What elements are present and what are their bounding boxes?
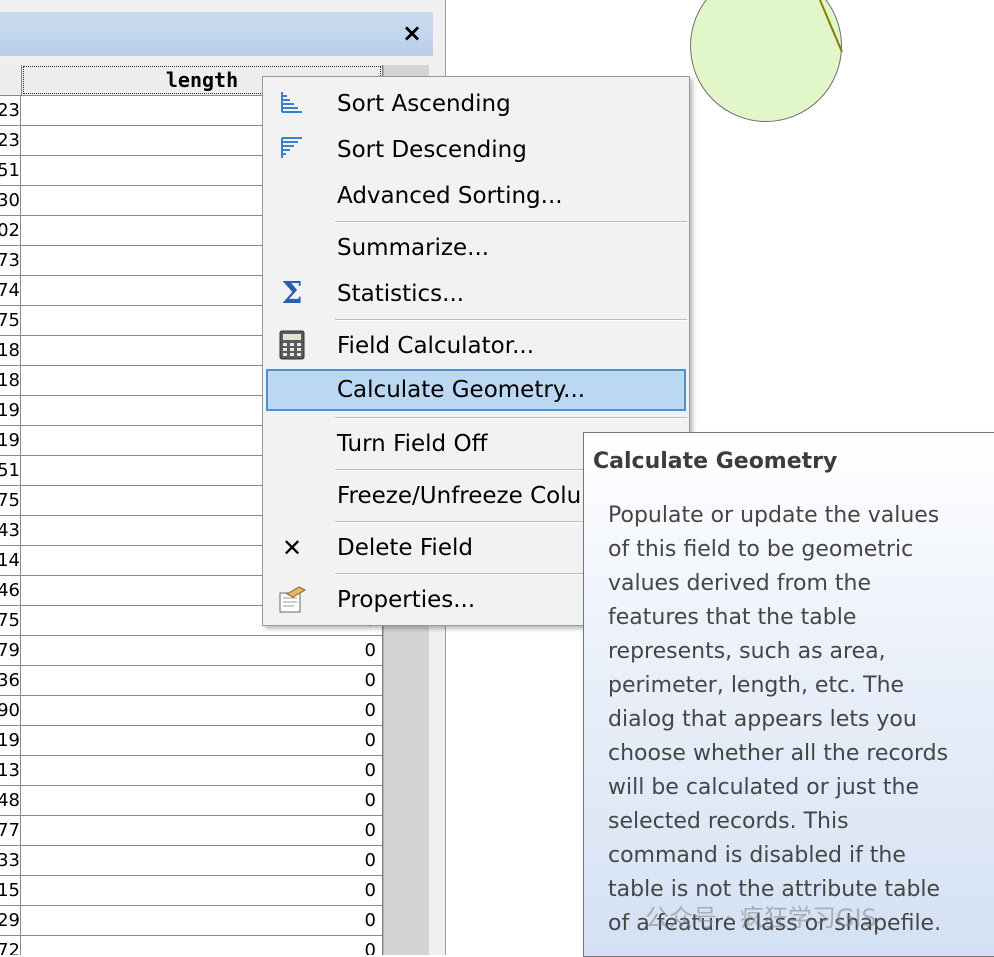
table-row[interactable]: 290 xyxy=(0,906,382,936)
row-id-cell: 79 xyxy=(0,636,21,665)
length-cell[interactable]: 0 xyxy=(21,786,382,815)
row-id-cell: 74 xyxy=(0,276,21,305)
table-row[interactable]: 480 xyxy=(0,786,382,816)
row-id-cell: 23 xyxy=(0,96,21,125)
row-id-cell: 46 xyxy=(0,576,21,605)
row-id-cell: 15 xyxy=(0,876,21,905)
tooltip-line: command is disabled if the xyxy=(608,843,906,868)
sort-ascending-icon xyxy=(276,88,308,120)
menu-item-sort-ascending[interactable]: Sort Ascending xyxy=(266,83,686,125)
menu-item-label: Sort Ascending xyxy=(337,91,511,117)
menu-item-label: Delete Field xyxy=(337,535,473,561)
row-id-cell: 77 xyxy=(0,816,21,845)
menu-item-label: Freeze/Unfreeze Colu xyxy=(337,483,582,509)
sigma-icon: Σ xyxy=(281,276,303,311)
menu-separator xyxy=(335,221,687,223)
tooltip-line: of this field to be geometric xyxy=(608,537,914,562)
table-row[interactable]: 720 xyxy=(0,936,382,955)
length-cell[interactable]: 0 xyxy=(21,696,382,725)
row-id-cell: 18 xyxy=(0,366,21,395)
tooltip-line: will be calculated or just the xyxy=(608,775,919,800)
title-bar: × xyxy=(0,12,433,56)
properties-icon xyxy=(276,584,308,616)
length-cell[interactable]: 0 xyxy=(21,846,382,875)
row-id-cell: 72 xyxy=(0,936,21,955)
tooltip-line: perimeter, length, etc. The xyxy=(608,673,905,698)
menu-item-label: Turn Field Off xyxy=(337,431,488,457)
menu-item-calculate-geometry[interactable]: Calculate Geometry... xyxy=(266,369,686,411)
table-row[interactable]: 190 xyxy=(0,726,382,756)
length-cell[interactable]: 0 xyxy=(21,816,382,845)
table-row[interactable]: 900 xyxy=(0,696,382,726)
menu-separator xyxy=(335,417,687,419)
row-id-cell: 75 xyxy=(0,606,21,635)
menu-item-label: Field Calculator... xyxy=(337,333,535,359)
tooltip-line: features that the table xyxy=(608,605,857,630)
row-id-cell: 51 xyxy=(0,456,21,485)
table-row[interactable]: 130 xyxy=(0,756,382,786)
row-id-cell: 13 xyxy=(0,756,21,785)
sort-descending-icon xyxy=(276,134,308,166)
menu-separator xyxy=(335,319,687,321)
length-cell[interactable]: 0 xyxy=(21,906,382,935)
row-id-cell: 19 xyxy=(0,426,21,455)
tooltip-line: values derived from the xyxy=(608,571,872,596)
menu-item-label: Properties... xyxy=(337,587,476,613)
row-id-cell: 75 xyxy=(0,486,21,515)
tooltip-line: represents, such as area, xyxy=(608,639,886,664)
tooltip-line: choose whether all the records xyxy=(608,741,949,766)
menu-item-summarize[interactable]: Summarize... xyxy=(266,227,686,269)
menu-item-label: Sort Descending xyxy=(337,137,527,163)
row-header-corner xyxy=(0,65,22,95)
menu-item-statistics[interactable]: Σ Statistics... xyxy=(266,273,686,315)
map-line-feature xyxy=(819,0,843,53)
menu-item-advanced-sorting[interactable]: Advanced Sorting... xyxy=(266,175,686,217)
tooltip-calculate-geometry: Calculate Geometry Populate or update th… xyxy=(583,432,994,957)
watermark: 公众号 · 疯狂学习GIS xyxy=(645,904,877,932)
row-id-cell: 90 xyxy=(0,696,21,725)
tooltip-title: Calculate Geometry xyxy=(593,449,838,474)
menu-item-field-calculator[interactable]: Field Calculator... xyxy=(266,325,686,367)
close-button[interactable]: × xyxy=(397,18,427,48)
row-id-cell: 51 xyxy=(0,156,21,185)
menu-item-label: Advanced Sorting... xyxy=(337,183,563,209)
menu-item-label: Summarize... xyxy=(337,235,490,261)
length-cell[interactable]: 0 xyxy=(21,666,382,695)
row-id-cell: 19 xyxy=(0,726,21,755)
tooltip-line: Populate or update the values xyxy=(608,503,940,528)
row-id-cell: 23 xyxy=(0,126,21,155)
length-cell[interactable]: 0 xyxy=(21,636,382,665)
row-id-cell: 48 xyxy=(0,786,21,815)
calculator-icon xyxy=(276,330,308,362)
row-id-cell: 75 xyxy=(0,306,21,335)
table-row[interactable]: 150 xyxy=(0,876,382,906)
tooltip-body: Populate or update the values of this fie… xyxy=(608,499,978,941)
length-cell[interactable]: 0 xyxy=(21,936,382,955)
menu-item-sort-descending[interactable]: Sort Descending xyxy=(266,129,686,171)
tooltip-line: dialog that appears lets you xyxy=(608,707,917,732)
table-row[interactable]: 360 xyxy=(0,666,382,696)
length-cell[interactable]: 0 xyxy=(21,876,382,905)
row-id-cell: 33 xyxy=(0,846,21,875)
menu-item-label: Statistics... xyxy=(337,281,465,307)
table-row[interactable]: 790 xyxy=(0,636,382,666)
row-id-cell: 43 xyxy=(0,516,21,545)
row-id-cell: 18 xyxy=(0,336,21,365)
row-id-cell: 29 xyxy=(0,906,21,935)
length-cell[interactable]: 0 xyxy=(21,726,382,755)
tooltip-line: selected records. This xyxy=(608,809,849,834)
row-id-cell: 14 xyxy=(0,546,21,575)
row-id-cell: 36 xyxy=(0,666,21,695)
length-cell[interactable]: 0 xyxy=(21,756,382,785)
menu-item-label: Calculate Geometry... xyxy=(337,377,586,403)
table-row[interactable]: 330 xyxy=(0,846,382,876)
row-id-cell: 73 xyxy=(0,246,21,275)
row-id-cell: 19 xyxy=(0,396,21,425)
row-id-cell: 02 xyxy=(0,216,21,245)
delete-icon: ✕ xyxy=(281,534,303,562)
table-row[interactable]: 770 xyxy=(0,816,382,846)
row-id-cell: 30 xyxy=(0,186,21,215)
